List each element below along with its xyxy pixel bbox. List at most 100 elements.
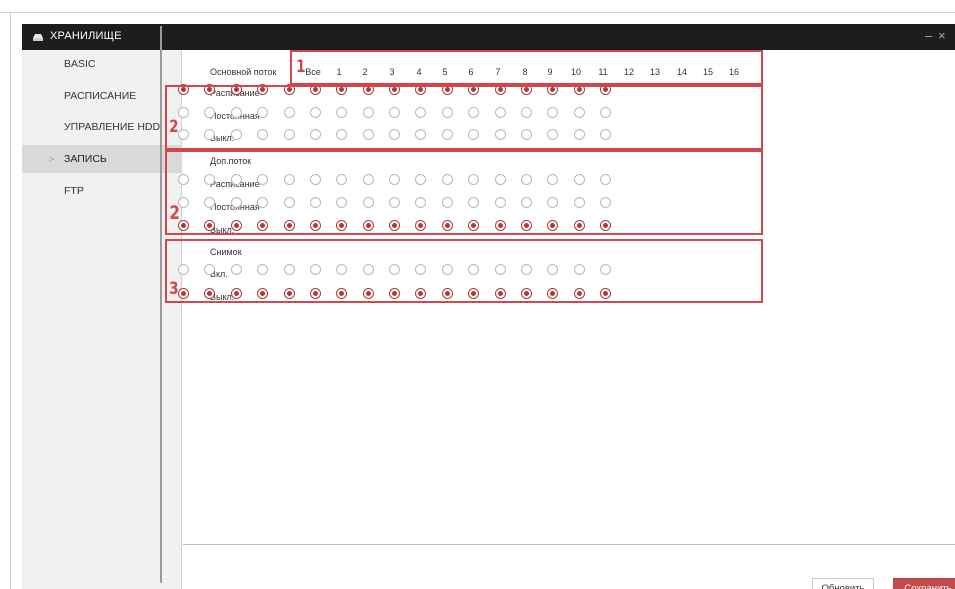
main-stream-radio[interactable] <box>257 129 268 140</box>
snapshot-radio[interactable] <box>442 264 453 275</box>
snapshot-radio[interactable] <box>468 264 479 275</box>
main-stream-radio[interactable] <box>574 129 585 140</box>
sidebar-item-ftp[interactable]: FTP <box>22 177 182 205</box>
snapshot-radio[interactable] <box>363 288 374 299</box>
main-stream-radio[interactable] <box>204 84 215 95</box>
snapshot-radio[interactable] <box>204 288 215 299</box>
sub-stream-radio[interactable] <box>600 220 611 231</box>
snapshot-radio[interactable] <box>389 264 400 275</box>
main-stream-radio[interactable] <box>336 84 347 95</box>
snapshot-radio[interactable] <box>178 264 189 275</box>
sidebar-item-hdd-management[interactable]: УПРАВЛЕНИЕ HDD <box>22 113 182 141</box>
sub-stream-radio[interactable] <box>389 174 400 185</box>
sub-stream-radio[interactable] <box>442 197 453 208</box>
sub-stream-radio[interactable] <box>389 197 400 208</box>
sub-stream-radio[interactable] <box>363 220 374 231</box>
sub-stream-radio[interactable] <box>204 220 215 231</box>
sidebar-item-record[interactable]: > ЗАПИСЬ <box>22 145 182 173</box>
main-stream-radio[interactable] <box>284 107 295 118</box>
snapshot-radio[interactable] <box>257 288 268 299</box>
sub-stream-radio[interactable] <box>495 197 506 208</box>
main-stream-radio[interactable] <box>284 84 295 95</box>
main-stream-radio[interactable] <box>468 107 479 118</box>
main-stream-radio[interactable] <box>468 129 479 140</box>
close-button[interactable]: × <box>938 28 946 43</box>
main-stream-radio[interactable] <box>363 129 374 140</box>
main-stream-radio[interactable] <box>178 84 189 95</box>
main-stream-radio[interactable] <box>389 107 400 118</box>
main-stream-radio[interactable] <box>231 129 242 140</box>
main-stream-radio[interactable] <box>257 107 268 118</box>
snapshot-radio[interactable] <box>284 264 295 275</box>
sub-stream-radio[interactable] <box>468 174 479 185</box>
sub-stream-radio[interactable] <box>231 174 242 185</box>
sub-stream-radio[interactable] <box>336 220 347 231</box>
main-stream-radio[interactable] <box>442 107 453 118</box>
sub-stream-radio[interactable] <box>257 197 268 208</box>
sub-stream-radio[interactable] <box>204 174 215 185</box>
main-stream-radio[interactable] <box>336 107 347 118</box>
main-stream-radio[interactable] <box>574 107 585 118</box>
sub-stream-radio[interactable] <box>521 174 532 185</box>
snapshot-radio[interactable] <box>336 264 347 275</box>
main-stream-radio[interactable] <box>547 129 558 140</box>
sub-stream-radio[interactable] <box>574 197 585 208</box>
sidebar-item-schedule[interactable]: РАСПИСАНИЕ <box>22 82 182 110</box>
main-stream-radio[interactable] <box>257 84 268 95</box>
snapshot-radio[interactable] <box>336 288 347 299</box>
main-stream-radio[interactable] <box>284 129 295 140</box>
sub-stream-radio[interactable] <box>521 220 532 231</box>
main-stream-radio[interactable] <box>310 129 321 140</box>
snapshot-radio[interactable] <box>415 264 426 275</box>
snapshot-radio[interactable] <box>600 264 611 275</box>
sub-stream-radio[interactable] <box>468 220 479 231</box>
sub-stream-radio[interactable] <box>231 197 242 208</box>
sub-stream-radio[interactable] <box>336 174 347 185</box>
sub-stream-radio[interactable] <box>574 174 585 185</box>
sub-stream-radio[interactable] <box>468 197 479 208</box>
sub-stream-radio[interactable] <box>363 197 374 208</box>
sub-stream-radio[interactable] <box>600 197 611 208</box>
snapshot-radio[interactable] <box>204 264 215 275</box>
snapshot-radio[interactable] <box>257 264 268 275</box>
main-stream-radio[interactable] <box>547 84 558 95</box>
main-stream-radio[interactable] <box>574 84 585 95</box>
sub-stream-radio[interactable] <box>204 197 215 208</box>
snapshot-radio[interactable] <box>521 264 532 275</box>
snapshot-radio[interactable] <box>231 288 242 299</box>
sub-stream-radio[interactable] <box>284 197 295 208</box>
snapshot-radio[interactable] <box>178 288 189 299</box>
snapshot-radio[interactable] <box>547 264 558 275</box>
sub-stream-radio[interactable] <box>257 174 268 185</box>
snapshot-radio[interactable] <box>468 288 479 299</box>
sub-stream-radio[interactable] <box>310 220 321 231</box>
sub-stream-radio[interactable] <box>442 174 453 185</box>
snapshot-radio[interactable] <box>389 288 400 299</box>
main-stream-radio[interactable] <box>178 129 189 140</box>
sub-stream-radio[interactable] <box>310 197 321 208</box>
snapshot-radio[interactable] <box>495 264 506 275</box>
main-stream-radio[interactable] <box>600 84 611 95</box>
main-stream-radio[interactable] <box>178 107 189 118</box>
main-stream-radio[interactable] <box>363 84 374 95</box>
main-stream-radio[interactable] <box>231 84 242 95</box>
main-stream-radio[interactable] <box>521 84 532 95</box>
sub-stream-radio[interactable] <box>389 220 400 231</box>
main-stream-radio[interactable] <box>204 129 215 140</box>
main-stream-radio[interactable] <box>415 129 426 140</box>
main-stream-radio[interactable] <box>415 84 426 95</box>
snapshot-radio[interactable] <box>363 264 374 275</box>
main-stream-radio[interactable] <box>600 107 611 118</box>
main-stream-radio[interactable] <box>442 129 453 140</box>
sub-stream-radio[interactable] <box>547 220 558 231</box>
sub-stream-radio[interactable] <box>310 174 321 185</box>
main-stream-radio[interactable] <box>468 84 479 95</box>
sub-stream-radio[interactable] <box>442 220 453 231</box>
main-stream-radio[interactable] <box>310 107 321 118</box>
main-stream-radio[interactable] <box>363 107 374 118</box>
sub-stream-radio[interactable] <box>574 220 585 231</box>
sub-stream-radio[interactable] <box>415 220 426 231</box>
snapshot-radio[interactable] <box>310 288 321 299</box>
sub-stream-radio[interactable] <box>231 220 242 231</box>
main-stream-radio[interactable] <box>310 84 321 95</box>
